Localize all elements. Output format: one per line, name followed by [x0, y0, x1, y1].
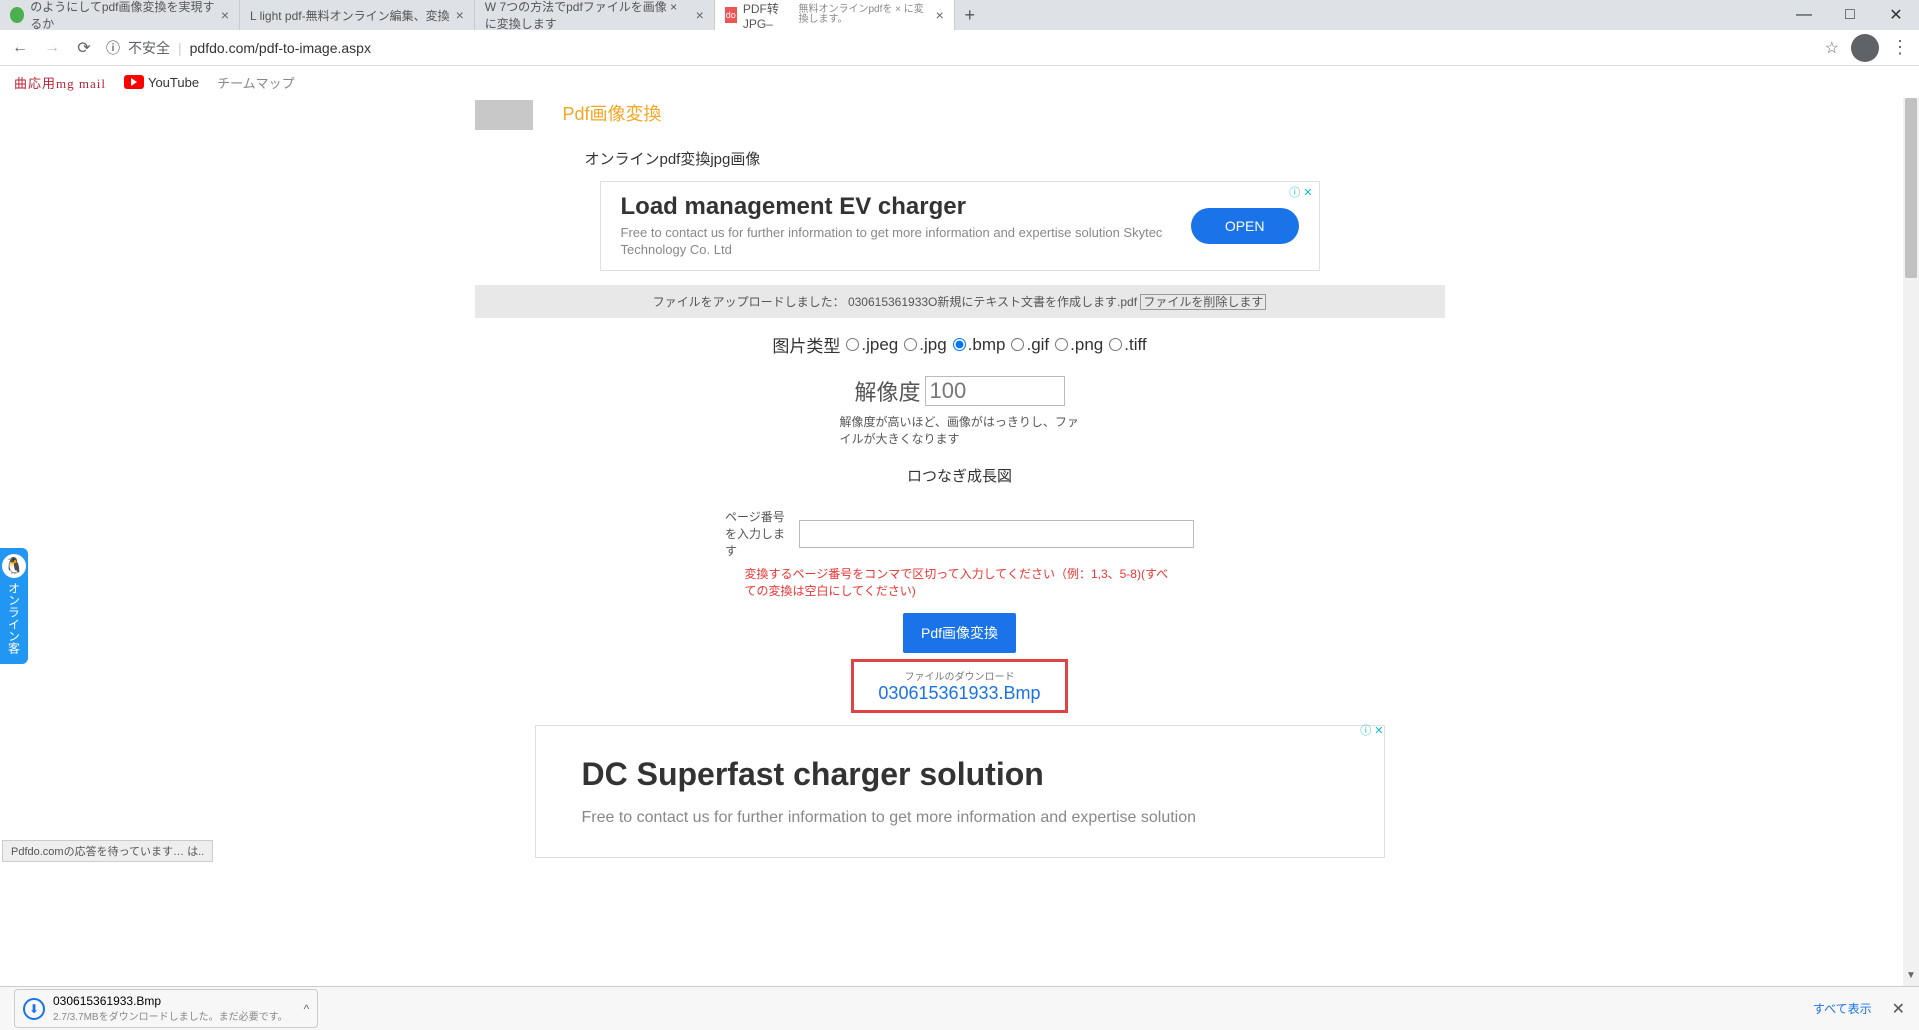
- header-thumb-icon: [475, 100, 533, 130]
- radio-label: .jpeg: [861, 335, 898, 355]
- radio-label: .png: [1070, 335, 1103, 355]
- ad-body: Free to contact us for further informati…: [621, 225, 1191, 259]
- forward-button[interactable]: →: [42, 38, 62, 58]
- page-content: Pdf画像変換 オンラインpdf変換jpg画像 Load management …: [0, 98, 1919, 858]
- tab-subtitle: 無料オンラインpdfを × に変換します。: [798, 5, 929, 25]
- upload-prefix: ファイルをアップロードしました：: [653, 295, 845, 309]
- chain-label: ロつなぎ成長図: [907, 465, 1012, 486]
- page-numbers-input[interactable]: [799, 520, 1194, 548]
- download-title: ファイルのダウンロード: [878, 668, 1040, 683]
- scroll-down-icon[interactable]: ▼: [1903, 970, 1919, 986]
- new-tab-button[interactable]: +: [955, 0, 985, 30]
- minimize-button[interactable]: —: [1781, 0, 1827, 30]
- browser-tabstrip: のようにしてpdf画像変換を実現するか × L light pdf-無料オンライ…: [0, 0, 1919, 30]
- page-numbers-label: ページ番号を入力します: [725, 508, 789, 559]
- resolution-label: 解像度: [854, 375, 920, 407]
- scrollbar-thumb[interactable]: [1905, 98, 1917, 278]
- radio-label: .tiff: [1124, 335, 1146, 355]
- favicon-icon: do: [725, 7, 737, 23]
- upload-filename: 030615361933O新規にテキスト文書を作成します.pdf: [848, 295, 1137, 309]
- page-subtitle: オンラインpdf変換jpg画像: [585, 148, 1445, 169]
- chat-widget-label: オンライン客: [6, 582, 23, 654]
- ad-open-button[interactable]: OPEN: [1191, 208, 1299, 244]
- bookmark-label: YouTube: [148, 75, 199, 90]
- download-result-box: ファイルのダウンロード 030615361933.Bmp: [851, 659, 1067, 713]
- close-icon[interactable]: ×: [456, 7, 464, 23]
- radio-jpg[interactable]: .jpg: [904, 335, 946, 355]
- page-header: Pdf画像変換: [475, 100, 1445, 130]
- radio-label: .bmp: [968, 335, 1006, 355]
- window-controls: — □ ✕: [1781, 0, 1919, 30]
- security-label: 不安全: [128, 38, 170, 58]
- radio-label: .gif: [1026, 335, 1049, 355]
- close-shelf-icon[interactable]: ✕: [1892, 999, 1905, 1019]
- browser-tab[interactable]: W 7つの方法でpdfファイルを画像 × に変換します ×: [475, 0, 715, 30]
- radio-tiff[interactable]: .tiff: [1109, 335, 1146, 355]
- download-file-link[interactable]: 030615361933.Bmp: [878, 683, 1040, 704]
- tab-title: のようにしてpdf画像変換を実現するか: [30, 0, 215, 32]
- status-text: Pdfdo.comの応答を待っています… は..: [2, 840, 213, 862]
- qq-icon: 🐧: [2, 554, 26, 578]
- ad-headline: DC Superfast charger solution: [582, 756, 1338, 793]
- download-item-status: 2.7/3.7MBをダウンロードしました。まだ必要です。: [53, 1008, 288, 1023]
- tab-title: L light pdf-無料オンライン編集、変換: [250, 7, 450, 24]
- browser-tab[interactable]: L light pdf-無料オンライン編集、変換 ×: [240, 0, 475, 30]
- back-button[interactable]: ←: [10, 38, 30, 58]
- maximize-button[interactable]: □: [1827, 0, 1873, 30]
- vertical-scrollbar[interactable]: ▲ ▼: [1903, 98, 1919, 986]
- show-all-downloads-link[interactable]: すべて表示: [1813, 1000, 1872, 1017]
- ad-close-icon[interactable]: ⓘ ✕: [1289, 184, 1312, 200]
- page-viewport: Pdf画像変換 オンラインpdf変換jpg画像 Load management …: [0, 98, 1919, 986]
- download-item-filename: 030615361933.Bmp: [53, 994, 288, 1008]
- tab-title: W 7つの方法でpdfファイルを画像 × に変換します: [485, 0, 690, 32]
- browser-tab-active[interactable]: do PDF转JPG– 無料オンラインpdfを × に変換します。 ×: [715, 0, 955, 30]
- convert-button[interactable]: Pdf画像変換: [903, 613, 1016, 653]
- image-type-radios: 图片类型 .jpeg .jpg .bmp .gif .png .tiff: [772, 332, 1146, 357]
- address-bar: ← → ⟳ ⓘ 不安全 | pdfdo.com/pdf-to-image.asp…: [0, 30, 1919, 66]
- close-window-button[interactable]: ✕: [1873, 0, 1919, 30]
- youtube-icon: [124, 75, 144, 89]
- radio-jpeg[interactable]: .jpeg: [846, 335, 898, 355]
- tab-title: PDF转JPG–: [743, 0, 793, 31]
- radio-label: .jpg: [919, 335, 946, 355]
- download-item[interactable]: ⬇ 030615361933.Bmp 2.7/3.7MBをダウンロードしました。…: [14, 989, 318, 1028]
- resolution-hint: 解像度が高いほど、画像がはっきりし、ファイルが大きくなります: [840, 413, 1080, 447]
- radio-gif[interactable]: .gif: [1011, 335, 1049, 355]
- ad-banner-bottom[interactable]: ⓘ ✕ DC Superfast charger solution Free t…: [535, 725, 1385, 858]
- url-text: pdfdo.com/pdf-to-image.aspx: [190, 40, 371, 56]
- bookmark-item[interactable]: 曲応用mg mail: [14, 73, 106, 92]
- bookmark-star-icon[interactable]: ☆: [1825, 38, 1839, 58]
- ad-close-icon[interactable]: ⓘ ✕: [1360, 722, 1383, 738]
- chat-side-widget[interactable]: 🐧 オンライン客: [0, 548, 28, 664]
- radio-png[interactable]: .png: [1055, 335, 1103, 355]
- radios-label: 图片类型: [772, 332, 840, 357]
- favicon-icon: [10, 7, 24, 23]
- close-icon[interactable]: ×: [696, 7, 704, 23]
- radio-bmp[interactable]: .bmp: [953, 335, 1006, 355]
- chevron-up-icon[interactable]: ^: [304, 1002, 310, 1016]
- close-icon[interactable]: ×: [936, 7, 944, 23]
- info-icon[interactable]: ⓘ: [106, 38, 120, 58]
- url-input[interactable]: ⓘ 不安全 | pdfdo.com/pdf-to-image.aspx: [106, 38, 1813, 58]
- ad-body: Free to contact us for further informati…: [582, 809, 1338, 827]
- page-title: Pdf画像変換: [563, 100, 662, 126]
- upload-status-bar: ファイルをアップロードしました： 030615361933O新規にテキスト文書を…: [475, 285, 1445, 318]
- reload-button[interactable]: ⟳: [74, 38, 94, 58]
- ad-headline: Load management EV charger: [621, 193, 1191, 221]
- profile-avatar[interactable]: [1851, 34, 1879, 62]
- kebab-menu-icon[interactable]: ⋮: [1891, 37, 1909, 58]
- page-numbers-hint: 変換するページ番号をコンマで区切って入力してください（例：1,3、5-8)(すべ…: [745, 565, 1175, 599]
- ad-banner-top[interactable]: Load management EV charger Free to conta…: [600, 181, 1320, 271]
- delete-file-link[interactable]: ファイルを削除します: [1140, 294, 1266, 310]
- resolution-input[interactable]: [925, 376, 1065, 406]
- browser-tab[interactable]: のようにしてpdf画像変換を実現するか ×: [0, 0, 240, 30]
- resolution-row: 解像度: [854, 375, 1064, 407]
- page-numbers-row: ページ番号を入力します: [725, 508, 1194, 559]
- bookmark-item-youtube[interactable]: YouTube: [124, 75, 199, 90]
- bookmarks-bar: 曲応用mg mail YouTube チームマップ: [0, 66, 1919, 98]
- download-progress-icon: ⬇: [23, 998, 45, 1020]
- downloads-shelf: ⬇ 030615361933.Bmp 2.7/3.7MBをダウンロードしました。…: [0, 986, 1919, 1030]
- bookmark-item[interactable]: チームマップ: [217, 73, 295, 92]
- close-icon[interactable]: ×: [221, 7, 229, 23]
